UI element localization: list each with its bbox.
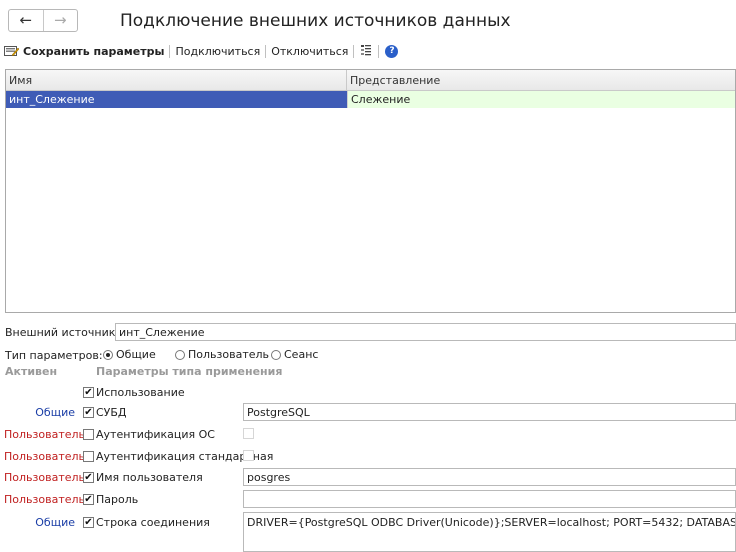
disconnect-button[interactable]: Отключиться [267,45,352,58]
checkbox-unchecked-icon [83,451,94,462]
radio-user[interactable]: Пользователь [175,348,269,361]
arrow-right-icon: → [53,11,67,29]
cell-presentation[interactable]: Слежение [347,91,735,108]
checkbox-disabled-icon [243,450,254,461]
param-level-username: Пользователь [4,471,86,484]
param-username-label: Имя пользователя [96,471,203,484]
connection-string-field[interactable]: DRIVER={PostgreSQL ODBC Driver(Unicode)}… [243,512,736,552]
param-level-conn-string: Общие [35,516,75,529]
toolbar-separator [265,44,267,58]
checkbox-disabled-icon [243,428,254,439]
save-button-label: Сохранить параметры [23,44,165,58]
toolbar-separator [353,44,355,58]
param-username-checkbox[interactable]: ✔ Имя пользователя [83,471,203,484]
table-header: Имя Представление [6,70,735,91]
checkbox-checked-icon: ✔ [83,386,94,398]
std-auth-value-checkbox[interactable] [243,450,256,464]
checkbox-unchecked-icon [83,429,94,440]
param-level-std-auth: Пользователь [4,450,86,463]
forward-button[interactable]: → [44,10,78,31]
list-settings-icon [361,45,372,56]
external-source-label: Внешний источник: [5,326,120,339]
nav-buttons: ← → [8,9,78,32]
list-settings-button[interactable] [355,44,377,58]
save-button[interactable]: Сохранить параметры [4,45,164,58]
username-field[interactable]: posgres [243,468,736,486]
connection-string-text: DRIVER={PostgreSQL ODBC Driver(Unicode)}… [247,516,736,529]
cell-name[interactable]: инт_Слежение [6,91,347,108]
param-password-label: Пароль [96,493,139,506]
help-icon: ? [385,44,399,58]
page-title: Подключение внешних источников данных [120,11,511,31]
checkbox-checked-icon: ✔ [83,493,94,505]
toolbar-separator [378,44,380,58]
radio-session-label: Сеанс [284,348,319,361]
radio-session[interactable]: Сеанс [271,348,318,361]
params-column-header: Параметры типа применения [96,365,283,378]
radio-common[interactable]: Общие [103,348,156,361]
external-source-field[interactable]: инт_Слежение [115,323,736,341]
os-auth-value-checkbox[interactable] [243,428,256,442]
connect-button[interactable]: Подключиться [171,45,264,58]
param-password-checkbox[interactable]: ✔ Пароль [83,493,138,506]
radio-unselected-icon [271,349,281,360]
checkbox-checked-icon: ✔ [83,471,94,483]
param-level-password: Пользователь [4,493,86,506]
radio-user-label: Пользователь [188,348,270,361]
toolbar-separator [169,44,171,58]
param-os-auth-checkbox[interactable]: Аутентификация ОС [83,428,215,441]
help-button[interactable]: ? [380,44,403,58]
radio-selected-icon [103,349,113,360]
param-type-label: Тип параметров: [5,349,103,362]
param-level-dbms: Общие [35,406,75,419]
param-dbms-checkbox[interactable]: ✔ СУБД [83,406,127,419]
save-params-icon [4,46,19,57]
column-header-name[interactable]: Имя [6,70,347,90]
radio-common-label: Общие [116,348,156,361]
table-row[interactable]: инт_Слежение Слежение [6,91,735,108]
usage-label: Использование [96,386,185,399]
radio-unselected-icon [175,349,185,360]
password-field[interactable] [243,490,736,508]
param-conn-string-checkbox[interactable]: ✔ Строка соединения [83,516,210,529]
usage-checkbox-row[interactable]: ✔ Использование [83,386,185,399]
column-header-presentation[interactable]: Представление [347,70,735,90]
active-column-header: Активен [5,365,58,378]
param-level-os-auth: Пользователь [4,428,86,441]
checkbox-checked-icon: ✔ [83,516,94,528]
arrow-left-icon: ← [19,11,33,29]
param-conn-string-label: Строка соединения [96,516,210,529]
checkbox-checked-icon: ✔ [83,406,94,418]
back-button[interactable]: ← [9,10,44,31]
sources-table[interactable]: Имя Представление инт_Слежение Слежение [5,69,736,313]
dbms-field[interactable]: PostgreSQL [243,403,736,421]
param-os-auth-label: Аутентификация ОС [96,428,215,441]
param-dbms-label: СУБД [96,406,127,419]
toolbar: Сохранить параметры Подключиться Отключи… [4,43,403,59]
